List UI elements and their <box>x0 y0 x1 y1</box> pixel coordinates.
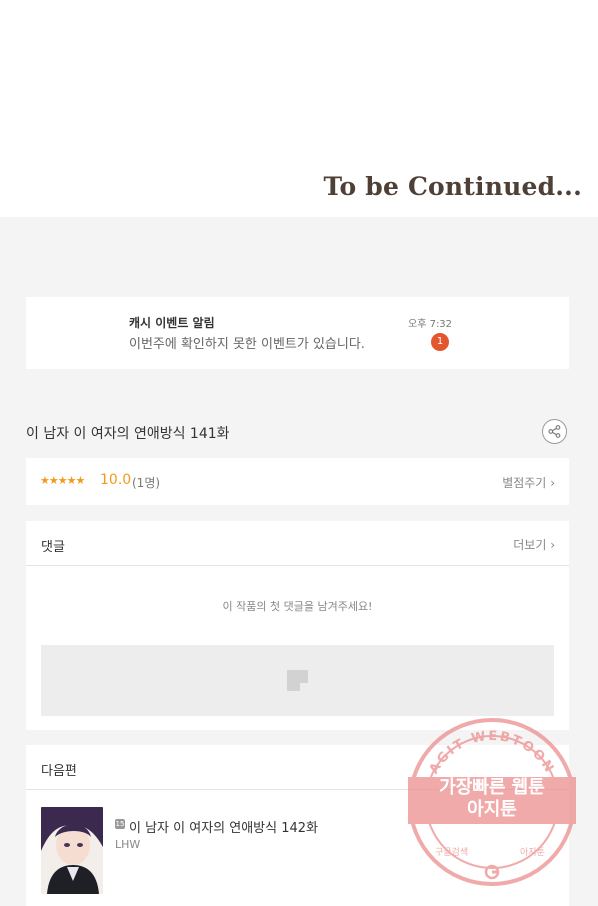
comments-section: 댓글 더보기 › 이 작품의 첫 댓글을 남겨주세요! <box>26 521 569 730</box>
rating-count: (1명) <box>132 476 161 490</box>
more-button-label: 더보기 <box>513 538 547 552</box>
share-icon <box>548 425 561 438</box>
next-episode-header: 다음편 <box>26 745 569 790</box>
next-episode-label: 다음편 <box>41 764 77 779</box>
rate-button-label: 별점주기 <box>502 476 547 490</box>
age-rating-badge: 15 <box>115 819 125 829</box>
next-episode-thumbnail[interactable] <box>41 807 103 894</box>
comment-input-box[interactable] <box>41 645 554 716</box>
next-episode-title[interactable]: 이 남자 이 여자의 연애방식 142화 <box>129 817 318 836</box>
notification-badge: 1 <box>431 333 449 351</box>
notification-message: 이번주에 확인하지 못한 이벤트가 있습니다. <box>129 337 365 352</box>
comment-write-icon <box>287 670 308 691</box>
comic-viewer-end: To be Continued... <box>0 0 598 217</box>
share-button[interactable] <box>542 419 567 444</box>
notification-title: 캐시 이벤트 알림 <box>129 316 215 330</box>
chevron-right-icon: › <box>550 476 555 490</box>
rating-score: 10.0 <box>100 472 132 488</box>
to-be-continued-text: To be Continued... <box>323 172 582 201</box>
next-episode-author: LHW <box>115 838 141 851</box>
rating-stars: ★★★★★ <box>40 474 85 487</box>
next-episode-section: 다음편 15 이 남자 이 여자의 연애방식 142화 LHW <box>26 745 569 906</box>
episode-title: 이 남자 이 여자의 연애방식 141화 <box>26 426 230 442</box>
notification-time: 오후 7:32 <box>408 319 453 330</box>
comments-header: 댓글 더보기 › <box>26 521 569 566</box>
comments-label: 댓글 <box>41 540 65 555</box>
rate-button[interactable]: 별점주기 › <box>502 474 555 491</box>
comments-more-button[interactable]: 더보기 › <box>513 536 555 553</box>
comments-empty-message: 이 작품의 첫 댓글을 남겨주세요! <box>222 600 373 613</box>
rating-panel: ★★★★★ 10.0 (1명) 별점주기 › <box>26 458 569 505</box>
chevron-right-icon: › <box>550 538 555 552</box>
event-notification[interactable]: 캐시 이벤트 알림 이번주에 확인하지 못한 이벤트가 있습니다. 오후 7:3… <box>26 297 569 369</box>
